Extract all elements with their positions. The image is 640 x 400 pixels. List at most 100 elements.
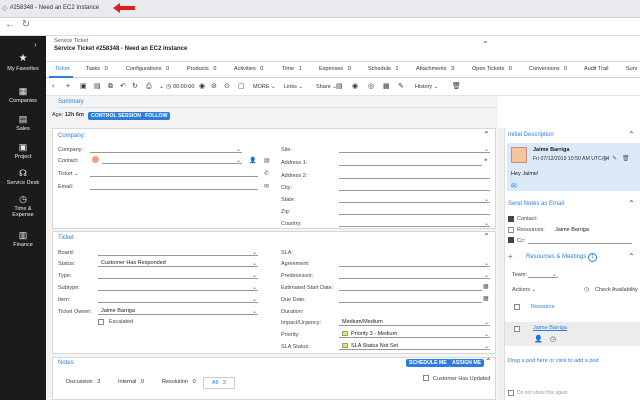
save-icon[interactable]: ▣ bbox=[80, 83, 87, 91]
chevron-right-icon[interactable]: › bbox=[34, 40, 37, 49]
chevron-down-icon[interactable]: ⌄ bbox=[159, 83, 164, 91]
chevron-down-icon[interactable]: ⌄ bbox=[252, 249, 257, 256]
board-field[interactable] bbox=[98, 249, 258, 256]
tab-configurations[interactable]: Configurations 0 bbox=[126, 66, 169, 72]
add-icon[interactable]: + bbox=[508, 252, 513, 261]
tab-tasks[interactable]: Tasks 0 bbox=[86, 66, 108, 72]
notes-tab-internal[interactable]: Internal 0 bbox=[118, 379, 144, 385]
chevron-down-icon[interactable]: ⌄ bbox=[552, 271, 557, 278]
resource-name[interactable]: Jaime Barriga bbox=[533, 325, 567, 331]
sidebar-item-favorites[interactable]: ★ My Favorites bbox=[0, 54, 46, 73]
zip-field[interactable] bbox=[339, 208, 490, 215]
notes-tab-discussion[interactable]: Discussion 3 bbox=[66, 379, 100, 385]
type-field[interactable] bbox=[98, 272, 258, 279]
address1-field[interactable] bbox=[339, 159, 482, 166]
escalated-checkbox[interactable] bbox=[98, 319, 104, 325]
delete-icon[interactable]: 🗑 bbox=[452, 83, 461, 91]
control-session-button[interactable]: CONTROL SESSION bbox=[88, 112, 145, 120]
chevron-down-icon[interactable]: ⌄ bbox=[252, 284, 257, 291]
eye-icon[interactable]: ◎ bbox=[368, 83, 374, 91]
time-entry-icon[interactable]: ⊙ bbox=[224, 83, 230, 91]
browser-tab-title[interactable]: #258348 - Need an EC2 Instance bbox=[10, 5, 99, 11]
start-timer-icon[interactable]: ◉ bbox=[199, 83, 205, 91]
tab-ticket[interactable]: Ticket bbox=[55, 66, 69, 72]
company-field[interactable] bbox=[90, 146, 242, 153]
chevron-down-icon[interactable]: ⌄ bbox=[484, 196, 489, 203]
phone-icon[interactable]: ✆ bbox=[264, 170, 269, 177]
tab-attachments[interactable]: Attachments 3 bbox=[416, 66, 454, 72]
refresh-icon[interactable]: ↻ bbox=[132, 83, 138, 91]
location-pin-icon[interactable]: ⌖ bbox=[484, 158, 487, 165]
chevron-down-icon[interactable]: ⌄ bbox=[484, 146, 489, 153]
item-field[interactable] bbox=[98, 296, 258, 303]
chevron-down-icon[interactable]: ⌄ bbox=[236, 157, 241, 164]
schedule-icon[interactable]: ▢ bbox=[238, 83, 245, 91]
ticket-contact-label[interactable]: Ticket ⌄ bbox=[58, 171, 79, 177]
phone-field[interactable] bbox=[90, 170, 258, 177]
chevron-down-icon[interactable]: ⌄ bbox=[484, 220, 489, 227]
sidebar-item-service-desk[interactable]: ☊ Service Desk bbox=[0, 168, 46, 186]
email-icon[interactable]: ✉ bbox=[264, 183, 269, 190]
chevron-down-icon[interactable]: ⌄ bbox=[252, 296, 257, 303]
back-icon[interactable]: ‹ bbox=[52, 83, 54, 91]
sidebar-item-sales[interactable]: ▤ Sales bbox=[0, 114, 46, 132]
resource-column-header[interactable]: Resource bbox=[531, 304, 555, 310]
estimated-start-field[interactable] bbox=[339, 284, 482, 291]
address2-field[interactable] bbox=[339, 172, 490, 179]
customer-updated-checkbox[interactable] bbox=[423, 375, 429, 381]
collapse-icon[interactable]: ⌃ bbox=[628, 199, 635, 208]
sidebar-item-companies[interactable]: ▦ Companies bbox=[0, 86, 46, 104]
country-field[interactable] bbox=[339, 220, 490, 227]
chevron-down-icon[interactable]: ⌄ bbox=[252, 308, 257, 315]
tab-audit-trail[interactable]: Audit Trail bbox=[584, 66, 608, 72]
more-menu[interactable]: MORE ⌄ bbox=[253, 84, 276, 90]
assign-me-button[interactable]: ASSIGN ME bbox=[449, 359, 485, 367]
add-icon[interactable]: + bbox=[66, 83, 70, 91]
copy-icon[interactable]: ⧉ bbox=[108, 83, 113, 91]
follow-button[interactable]: FOLLOW bbox=[142, 112, 171, 120]
resources-checkbox[interactable] bbox=[508, 227, 514, 233]
delete-icon[interactable]: 🗑 bbox=[622, 155, 630, 162]
edit-icon[interactable]: ✎ bbox=[612, 155, 617, 162]
collapse-icon[interactable]: ⌃ bbox=[628, 130, 635, 139]
person-icon[interactable]: 👤 bbox=[534, 335, 543, 343]
reload-icon[interactable]: ↻ bbox=[20, 19, 32, 30]
clock-icon[interactable]: ◷ bbox=[550, 335, 556, 343]
edit-icon[interactable]: ✎ bbox=[398, 83, 404, 91]
tab-expenses[interactable]: Expenses 0 bbox=[319, 66, 351, 72]
tab-open-tickets[interactable]: Open Tickets 0 bbox=[472, 66, 512, 72]
notes-tab-resolution[interactable]: Resolution 0 bbox=[162, 379, 196, 385]
subtype-field[interactable] bbox=[98, 284, 258, 291]
tab-schedule[interactable]: Schedule 1 bbox=[368, 66, 399, 72]
chevron-down-icon[interactable]: ⌄ bbox=[236, 146, 241, 153]
site-field[interactable] bbox=[339, 146, 490, 153]
cc-field[interactable] bbox=[528, 237, 632, 244]
history-menu[interactable]: History ⌄ bbox=[415, 84, 438, 90]
chevron-down-icon[interactable]: ⌄ bbox=[484, 343, 489, 350]
contact-checkbox[interactable] bbox=[508, 216, 514, 222]
select-all-checkbox[interactable] bbox=[514, 304, 520, 310]
stop-timer-icon[interactable]: ⊘ bbox=[211, 83, 217, 91]
due-date-field[interactable] bbox=[339, 296, 482, 303]
actions-menu[interactable]: Actions ⌄ bbox=[512, 287, 536, 293]
breadcrumb[interactable]: Service Ticket bbox=[54, 38, 88, 44]
record-icon[interactable]: ◉ bbox=[352, 83, 358, 91]
undo-icon[interactable]: ↶ bbox=[120, 83, 126, 91]
cc-checkbox[interactable] bbox=[508, 237, 514, 243]
state-field[interactable] bbox=[339, 196, 490, 203]
tab-products[interactable]: Products 0 bbox=[187, 66, 216, 72]
chevron-down-icon[interactable]: ⌄ bbox=[484, 260, 489, 267]
resource-checkbox[interactable] bbox=[514, 326, 520, 332]
tab-activities[interactable]: Activities 0 bbox=[234, 66, 263, 72]
person-icon[interactable]: 👤 bbox=[249, 157, 256, 164]
email-field[interactable] bbox=[90, 183, 258, 190]
collapse-icon[interactable]: ⌃ bbox=[483, 130, 490, 139]
chevron-down-icon[interactable]: ⌄ bbox=[252, 272, 257, 279]
tab-conversions[interactable]: Conversions 0 bbox=[529, 66, 567, 72]
chevron-down-icon[interactable]: ⌄ bbox=[484, 331, 489, 338]
calendar-icon[interactable]: ▦ bbox=[483, 283, 489, 290]
share-menu[interactable]: Share ⌄ bbox=[316, 84, 337, 90]
calendar-icon[interactable]: ▦ bbox=[383, 83, 390, 91]
sidebar-item-time-expense[interactable]: ◷ Time & Expense bbox=[0, 194, 46, 218]
document-icon[interactable]: ▤ bbox=[336, 83, 343, 91]
